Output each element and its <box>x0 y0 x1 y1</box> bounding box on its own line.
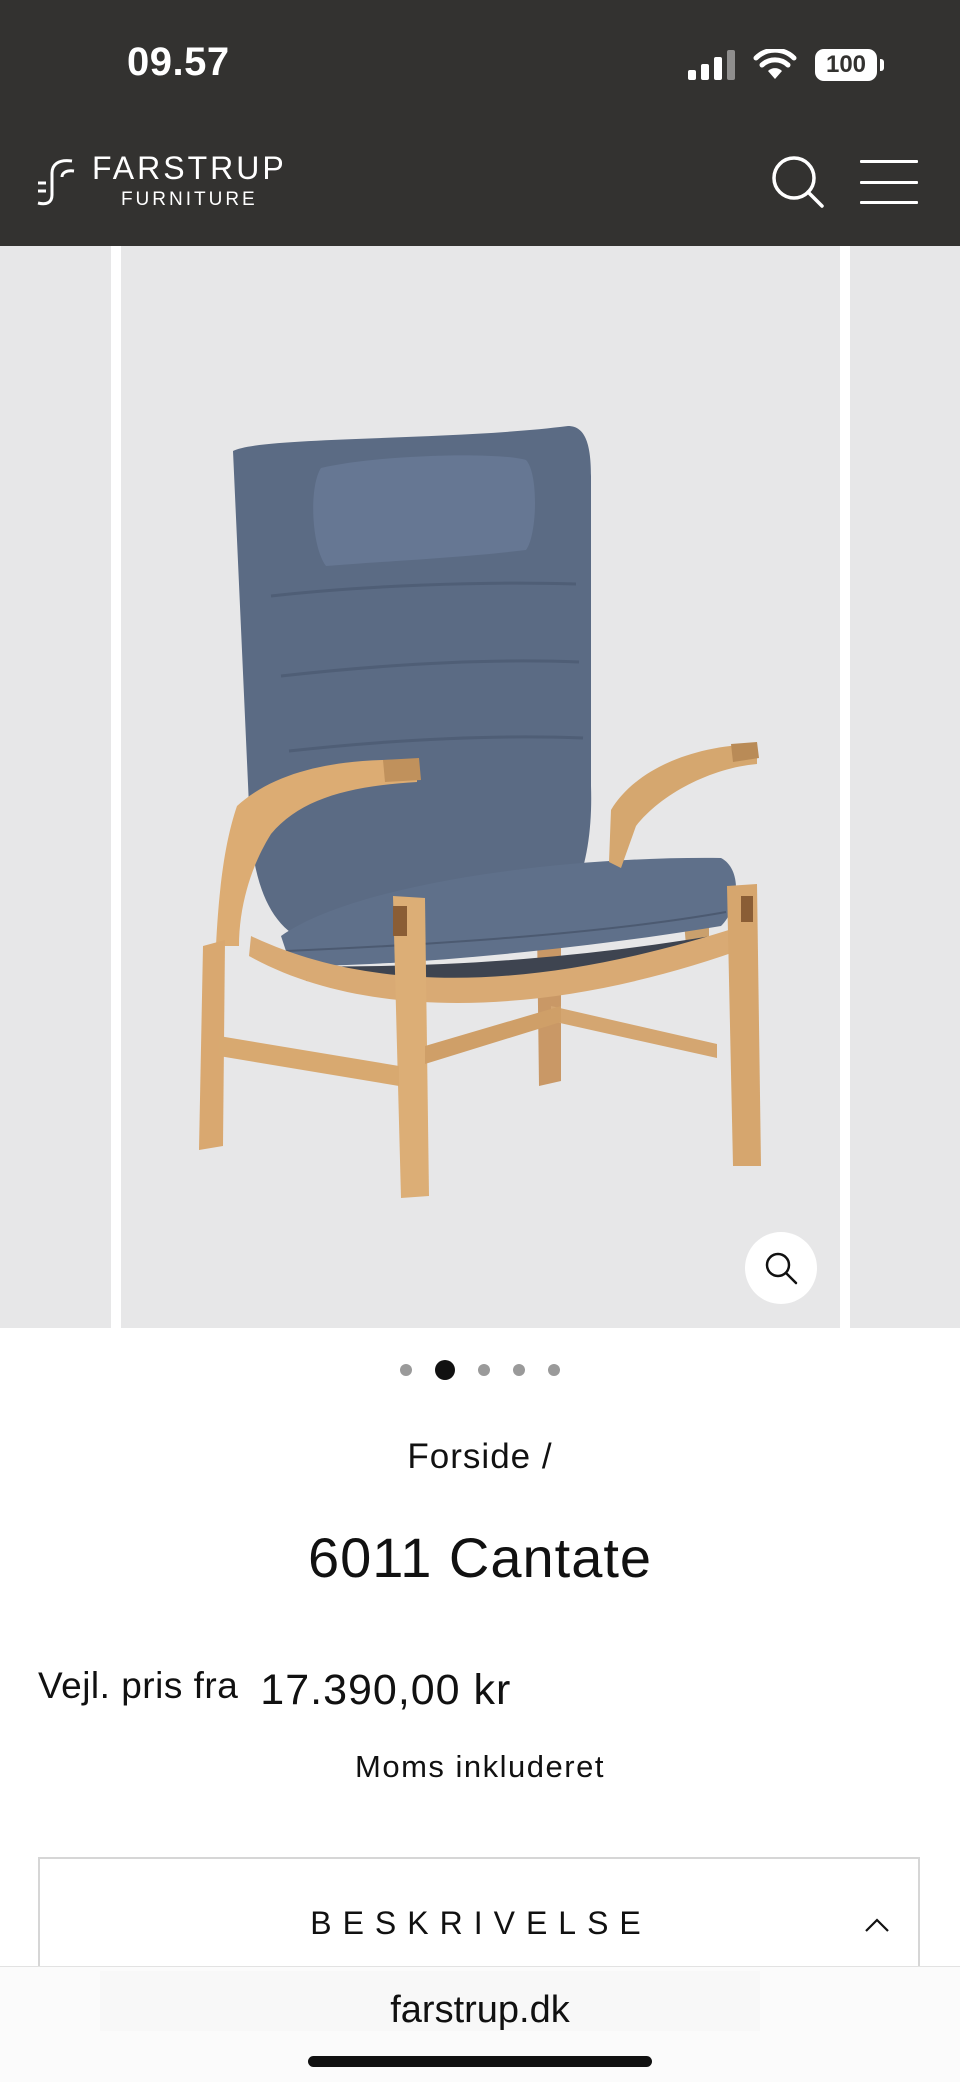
price-value: 17.390,00 kr <box>260 1666 512 1714</box>
battery-level: 100 <box>825 51 867 78</box>
chevron-up-icon <box>865 1918 889 1932</box>
menu-icon[interactable] <box>860 160 918 204</box>
farstrup-logo-mark-icon <box>37 159 75 206</box>
carousel-dot-4[interactable] <box>513 1364 525 1376</box>
app-header: 09.57 100 FARSTRUP FURNITURE <box>0 0 960 246</box>
carousel-dot-5[interactable] <box>548 1364 560 1376</box>
carousel-pagination <box>0 1360 960 1380</box>
carousel-previous-slide[interactable] <box>0 246 111 1328</box>
url-text[interactable]: farstrup.dk <box>0 1989 960 2032</box>
home-indicator[interactable] <box>308 2056 652 2067</box>
product-image-carousel[interactable] <box>0 246 960 1328</box>
carousel-current-slide[interactable] <box>121 246 840 1328</box>
carousel-dot-2[interactable] <box>435 1360 455 1380</box>
status-icons: 100 <box>688 46 884 84</box>
wifi-icon <box>753 49 797 79</box>
status-time: 09.57 <box>127 40 230 84</box>
magnifier-icon <box>765 1252 798 1285</box>
browser-address-bar[interactable]: farstrup.dk <box>0 1966 960 2082</box>
carousel-next-slide[interactable] <box>850 246 960 1328</box>
chair-product-image <box>199 426 761 1198</box>
zoom-image-button[interactable] <box>745 1232 817 1304</box>
carousel-dot-3[interactable] <box>478 1364 490 1376</box>
brand-logo[interactable]: FARSTRUP FURNITURE <box>36 152 287 212</box>
tax-note: Moms inkluderet <box>355 1749 605 1784</box>
search-icon[interactable] <box>770 154 826 210</box>
price-row: Vejl. pris fra 17.390,00 kr <box>38 1660 511 1714</box>
cellular-signal-icon <box>688 50 735 80</box>
logo-wordmark: FARSTRUP <box>92 150 287 186</box>
price-label: Vejl. pris fra <box>38 1665 239 1706</box>
breadcrumb[interactable]: Forside / <box>0 1437 960 1477</box>
product-title: 6011 Cantate <box>307 1526 653 1589</box>
accordion-label: BESKRIVELSE <box>310 1905 652 1941</box>
carousel-dot-1[interactable] <box>400 1364 412 1376</box>
battery-icon: 100 <box>815 49 884 81</box>
logo-subtitle: FURNITURE <box>120 189 258 210</box>
